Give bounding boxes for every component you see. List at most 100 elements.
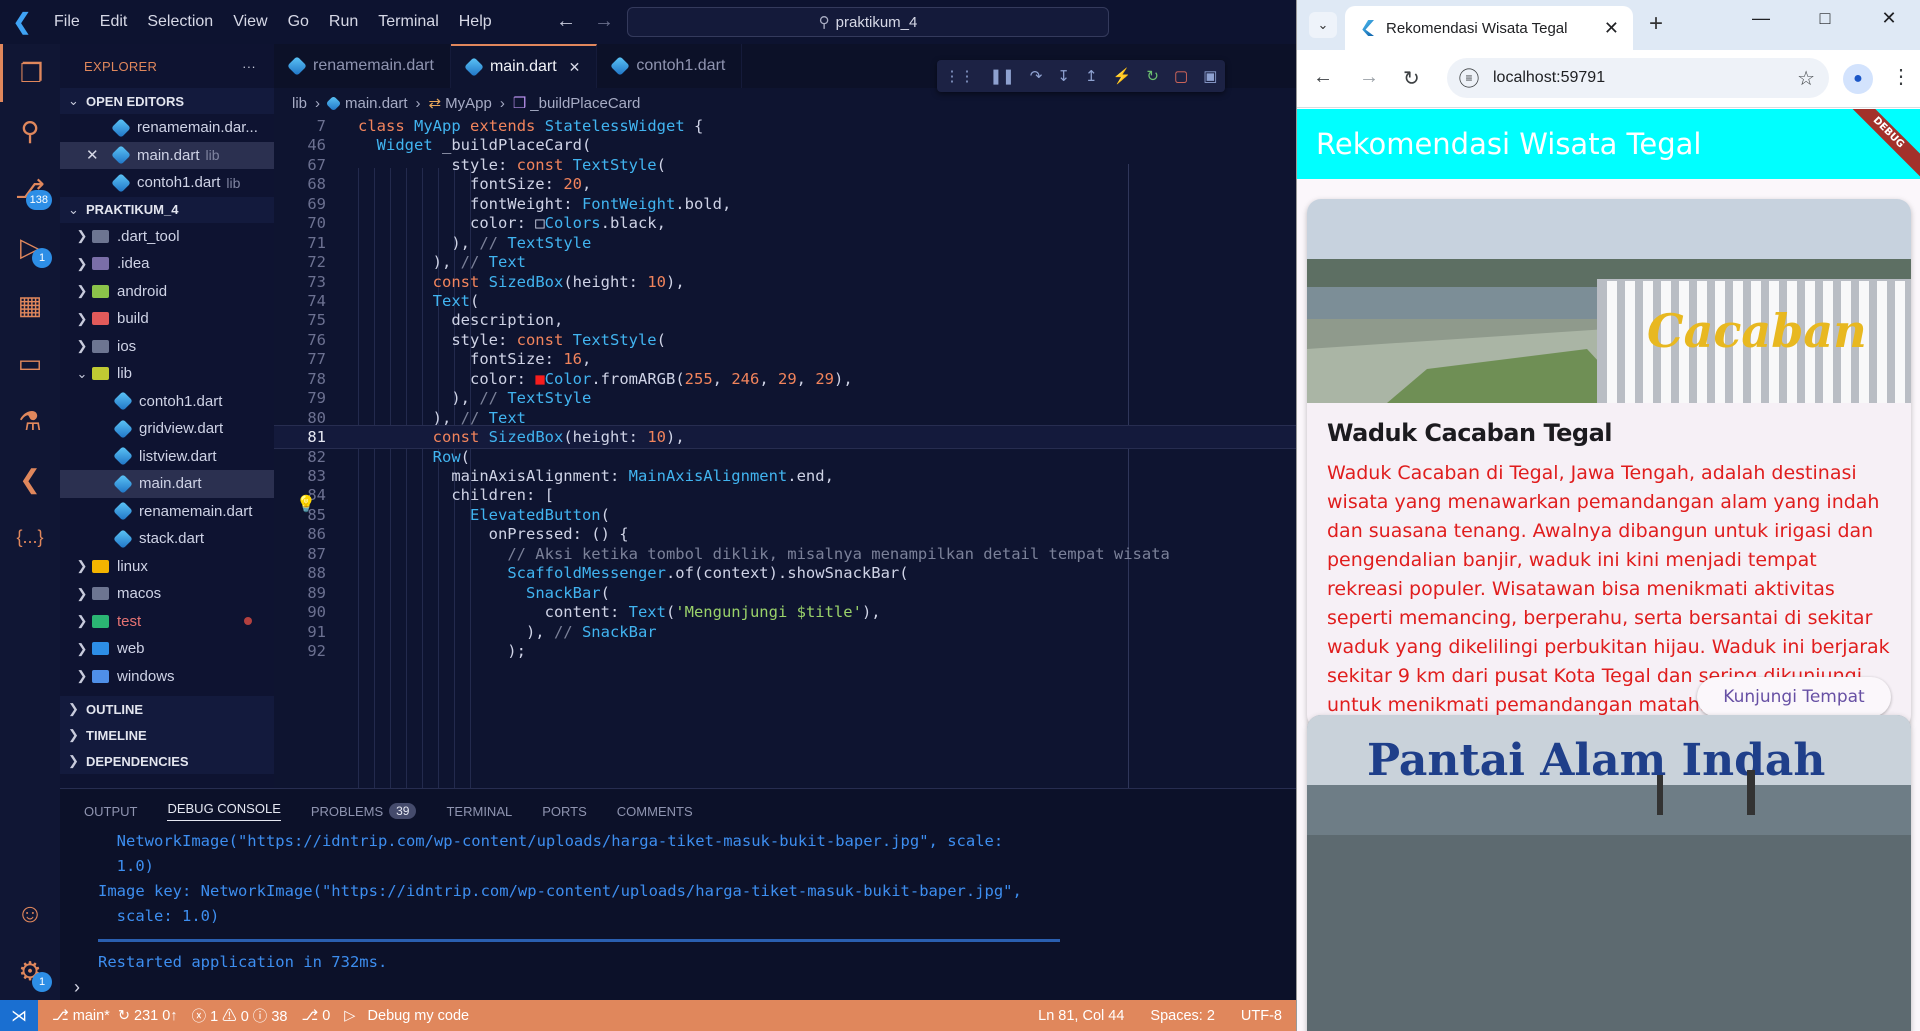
open-editor-item[interactable]: contoh1.dart lib — [60, 169, 274, 197]
lightbulb-icon[interactable]: 💡 — [296, 494, 316, 513]
tree-file[interactable]: contoh1.dart — [60, 388, 274, 416]
outline-header[interactable]: ❯ OUTLINE — [60, 696, 274, 722]
drag-handle-icon[interactable]: ⋮⋮ — [945, 67, 975, 85]
open-editor-item[interactable]: renamemain.dar... — [60, 114, 274, 142]
tree-folder[interactable]: ❯ build — [60, 305, 274, 333]
tab-main[interactable]: main.dart ✕ — [450, 44, 598, 88]
tab-comments[interactable]: COMMENTS — [617, 801, 693, 821]
breadcrumb-item[interactable]: lib — [292, 95, 307, 112]
tree-folder[interactable]: ❯ macos — [60, 580, 274, 608]
status-spaces[interactable]: Spaces: 2 — [1150, 1008, 1215, 1024]
breadcrumb-item[interactable]: _buildPlaceCard — [530, 95, 640, 112]
status-sync[interactable]: ↻ 231 0↑ — [118, 1008, 178, 1024]
console-prompt-icon[interactable]: › — [74, 977, 80, 998]
bookmark-star-icon[interactable]: ☆ — [1797, 66, 1815, 91]
restart-icon[interactable]: ↻ — [1146, 67, 1159, 85]
flutter-icon[interactable]: ❮ — [0, 450, 60, 508]
open-editor-item-active[interactable]: ✕ main.dart lib — [60, 141, 274, 169]
code-line[interactable]: 92 ); — [274, 639, 1296, 663]
new-tab-plus-icon[interactable]: + — [1649, 10, 1663, 38]
reload-icon[interactable]: ↻ — [1403, 66, 1420, 91]
menu-edit[interactable]: Edit — [90, 13, 138, 31]
tab-ports[interactable]: PORTS — [542, 801, 587, 821]
menu-file[interactable]: File — [44, 13, 90, 31]
menu-go[interactable]: Go — [278, 13, 319, 31]
close-tab-icon[interactable]: ✕ — [1604, 18, 1619, 39]
breadcrumb-item[interactable]: MyApp — [445, 95, 492, 112]
code-editor[interactable]: 7 class MyApp extends StatelessWidget {46… — [274, 114, 1296, 788]
menu-view[interactable]: View — [223, 13, 277, 31]
json-braces-icon[interactable]: {...} — [0, 508, 60, 566]
remote-explorer-icon[interactable]: ▭ — [0, 334, 60, 392]
forward-icon[interactable]: → — [1359, 66, 1379, 89]
browser-tab[interactable]: Rekomendasi Wisata Tegal ✕ — [1345, 6, 1633, 50]
back-arrow-icon[interactable]: ← — [556, 10, 576, 32]
search-activity-icon[interactable]: ⚲ — [0, 102, 60, 160]
stop-icon[interactable]: ▢ — [1174, 67, 1188, 85]
status-ports[interactable]: ⎇ 0 — [301, 1008, 330, 1024]
tree-folder[interactable]: ❯ windows — [60, 663, 274, 691]
close-icon[interactable]: ✕ — [86, 146, 114, 164]
hot-reload-icon[interactable]: ⚡ — [1113, 67, 1132, 85]
tab-problems[interactable]: PROBLEMS 39 — [311, 801, 417, 821]
tree-folder[interactable]: ❯ android — [60, 278, 274, 306]
more-menu-icon[interactable]: ⋮ — [1891, 64, 1911, 89]
menu-run[interactable]: Run — [319, 13, 368, 31]
tree-file[interactable]: listview.dart — [60, 443, 274, 471]
settings-gear-icon[interactable]: ⚙ 1 — [0, 942, 60, 1000]
source-control-icon[interactable]: ⎇ 138 — [0, 160, 60, 218]
tree-folder-open[interactable]: ⌄ lib — [60, 360, 274, 388]
command-center-search[interactable]: ⚲ praktikum_4 — [627, 7, 1109, 37]
run-debug-icon[interactable]: ▷ 1 — [0, 218, 60, 276]
close-icon[interactable]: ✕ — [569, 59, 581, 76]
menu-terminal[interactable]: Terminal — [368, 13, 448, 31]
profile-avatar-icon[interactable]: ● — [1843, 64, 1873, 94]
open-editors-header[interactable]: ⌄ OPEN EDITORS — [60, 88, 274, 114]
visit-place-button[interactable]: Kunjungi Tempat — [1697, 677, 1891, 717]
tree-file[interactable]: gridview.dart — [60, 415, 274, 443]
tab-renamemain[interactable]: renamemain.dart — [274, 44, 451, 88]
remote-icon[interactable]: ⋊ — [0, 1000, 38, 1031]
tab-debug-console[interactable]: DEBUG CONSOLE — [167, 801, 281, 821]
tab-contoh1[interactable]: contoh1.dart — [597, 44, 743, 88]
timeline-header[interactable]: ❯ TIMELINE — [60, 722, 274, 748]
step-out-icon[interactable]: ↥ — [1085, 67, 1098, 85]
status-debug[interactable]: ▷ Debug my code — [344, 1008, 469, 1024]
pause-icon[interactable]: ❚❚ — [990, 67, 1015, 85]
close-window-icon[interactable]: ✕ — [1857, 8, 1920, 29]
back-icon[interactable]: ← — [1313, 66, 1333, 89]
extensions-icon[interactable]: ▦ — [0, 276, 60, 334]
status-branch[interactable]: ⎇ main* — [52, 1008, 110, 1024]
step-into-icon[interactable]: ↧ — [1057, 67, 1070, 85]
tree-file[interactable]: renamemain.dart — [60, 498, 274, 526]
step-over-icon[interactable]: ↷ — [1030, 67, 1043, 85]
tree-folder[interactable]: ❯ .dart_tool — [60, 223, 274, 251]
tab-search-chevron-icon[interactable]: ⌄ — [1309, 12, 1337, 38]
account-icon[interactable]: ☺ — [0, 884, 60, 942]
tab-output[interactable]: OUTPUT — [84, 801, 137, 821]
tree-folder[interactable]: ❯ .idea — [60, 250, 274, 278]
more-actions-icon[interactable]: ··· — [242, 59, 256, 74]
breadcrumb-item[interactable]: main.dart — [345, 95, 408, 112]
minimize-icon[interactable]: — — [1729, 8, 1793, 29]
address-bar[interactable]: ≡ localhost:59791 ☆ — [1447, 58, 1829, 98]
menu-help[interactable]: Help — [449, 13, 502, 31]
site-info-icon[interactable]: ≡ — [1459, 68, 1479, 88]
tree-folder[interactable]: ❯ linux — [60, 553, 274, 581]
project-header[interactable]: ⌄ PRAKTIKUM_4 — [60, 196, 274, 223]
tree-folder[interactable]: ❯ test — [60, 608, 274, 636]
status-problems[interactable]: ⓧ 1 ⚠ 0 ⓘ 38 — [192, 1005, 288, 1026]
testing-flask-icon[interactable]: ⚗ — [0, 392, 60, 450]
forward-arrow-icon[interactable]: → — [594, 10, 614, 32]
tab-terminal[interactable]: TERMINAL — [446, 801, 512, 821]
tree-file-selected[interactable]: main.dart — [60, 470, 274, 498]
tree-folder[interactable]: ❯ web — [60, 635, 274, 663]
status-position[interactable]: Ln 81, Col 44 — [1038, 1008, 1124, 1024]
maximize-icon[interactable]: □ — [1793, 8, 1857, 29]
tree-folder[interactable]: ❯ ios — [60, 333, 274, 361]
inspect-widget-icon[interactable]: ▣ — [1203, 67, 1217, 85]
menu-selection[interactable]: Selection — [137, 13, 223, 31]
tree-file[interactable]: stack.dart — [60, 525, 274, 553]
status-encoding[interactable]: UTF-8 — [1241, 1008, 1282, 1024]
explorer-files-icon[interactable]: ❐ — [0, 44, 60, 102]
